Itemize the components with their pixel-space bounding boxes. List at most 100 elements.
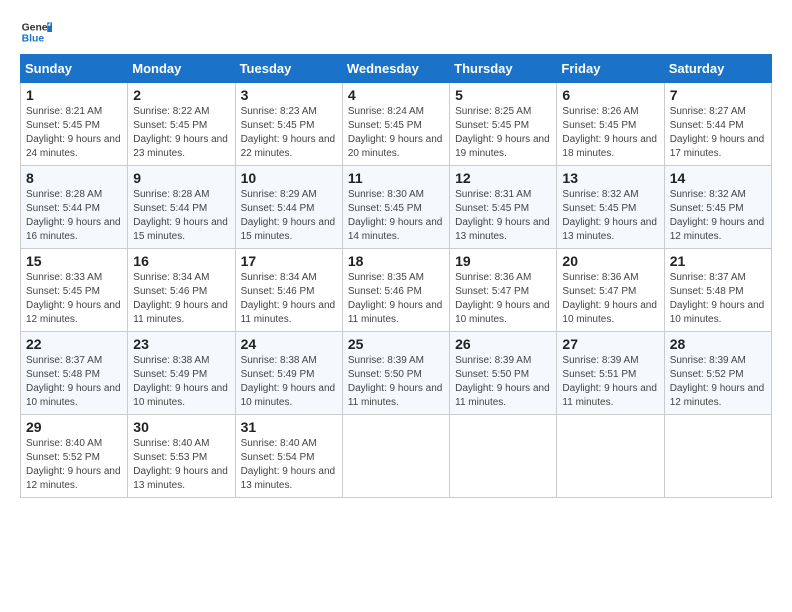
cell-info: Sunrise: 8:25 AMSunset: 5:45 PMDaylight:… (455, 105, 551, 161)
calendar-cell-21: 21 Sunrise: 8:37 AMSunset: 5:48 PMDayligh… (664, 249, 771, 332)
cell-info: Sunrise: 8:39 AMSunset: 5:52 PMDaylight:… (670, 354, 766, 410)
calendar-cell-25: 25 Sunrise: 8:39 AMSunset: 5:50 PMDayligh… (342, 332, 449, 415)
logo-icon: General Blue (20, 16, 52, 48)
cell-day-number: 9 (133, 170, 229, 186)
cell-day-number: 15 (26, 253, 122, 269)
cell-info: Sunrise: 8:40 AMSunset: 5:53 PMDaylight:… (133, 437, 229, 493)
cell-info: Sunrise: 8:40 AMSunset: 5:52 PMDaylight:… (26, 437, 122, 493)
calendar-cell-13: 13Sunrise: 8:32 AMSunset: 5:45 PMDayligh… (557, 166, 664, 249)
calendar-table: SundayMondayTuesdayWednesdayThursdayFrid… (20, 54, 772, 498)
cell-day-number: 30 (133, 419, 229, 435)
calendar-cell-29: 29 Sunrise: 8:40 AMSunset: 5:52 PMDayligh… (21, 415, 128, 498)
calendar-header-monday: Monday (128, 55, 235, 83)
cell-day-number: 2 (133, 87, 229, 103)
cell-info: Sunrise: 8:28 AMSunset: 5:44 PMDaylight:… (26, 188, 122, 244)
calendar-cell-19: 19 Sunrise: 8:36 AMSunset: 5:47 PMDayligh… (450, 249, 557, 332)
calendar-cell-3: 3 Sunrise: 8:23 AMSunset: 5:45 PMDaylight… (235, 83, 342, 166)
calendar-header-tuesday: Tuesday (235, 55, 342, 83)
calendar-cell-27: 27Sunrise: 8:39 AMSunset: 5:51 PMDayligh… (557, 332, 664, 415)
calendar-cell-4: 4 Sunrise: 8:24 AMSunset: 5:45 PMDaylight… (342, 83, 449, 166)
cell-day-number: 14 (670, 170, 766, 186)
cell-info: Sunrise: 8:21 AMSunset: 5:45 PMDaylight:… (26, 105, 122, 161)
cell-info: Sunrise: 8:22 AMSunset: 5:45 PMDaylight:… (133, 105, 229, 161)
cell-info: Sunrise: 8:38 AMSunset: 5:49 PMDaylight:… (241, 354, 337, 410)
calendar-week-row: 15 Sunrise: 8:33 AMSunset: 5:45 PMDayligh… (21, 249, 772, 332)
cell-info: Sunrise: 8:35 AMSunset: 5:46 PMDaylight:… (348, 271, 444, 327)
cell-info: Sunrise: 8:33 AMSunset: 5:45 PMDaylight:… (26, 271, 122, 327)
cell-info: Sunrise: 8:39 AMSunset: 5:50 PMDaylight:… (455, 354, 551, 410)
cell-day-number: 3 (241, 87, 337, 103)
calendar-cell-8: 8Sunrise: 8:28 AMSunset: 5:44 PMDaylight… (21, 166, 128, 249)
calendar-cell-12: 12 Sunrise: 8:31 AMSunset: 5:45 PMDayligh… (450, 166, 557, 249)
calendar-cell-22: 22 Sunrise: 8:37 AMSunset: 5:48 PMDayligh… (21, 332, 128, 415)
calendar-cell-20: 20 Sunrise: 8:36 AMSunset: 5:47 PMDayligh… (557, 249, 664, 332)
cell-day-number: 26 (455, 336, 551, 352)
cell-info: Sunrise: 8:27 AMSunset: 5:44 PMDaylight:… (670, 105, 766, 161)
page-header: General Blue (20, 16, 772, 48)
cell-day-number: 22 (26, 336, 122, 352)
cell-day-number: 17 (241, 253, 337, 269)
calendar-cell-6: 6 Sunrise: 8:26 AMSunset: 5:45 PMDaylight… (557, 83, 664, 166)
cell-info: Sunrise: 8:36 AMSunset: 5:47 PMDaylight:… (562, 271, 658, 327)
calendar-cell-1: 1 Sunrise: 8:21 AMSunset: 5:45 PMDaylight… (21, 83, 128, 166)
empty-cell (557, 415, 664, 498)
cell-info: Sunrise: 8:40 AMSunset: 5:54 PMDaylight:… (241, 437, 337, 493)
cell-day-number: 24 (241, 336, 337, 352)
calendar-cell-16: 16Sunrise: 8:34 AMSunset: 5:46 PMDayligh… (128, 249, 235, 332)
calendar-cell-11: 11 Sunrise: 8:30 AMSunset: 5:45 PMDayligh… (342, 166, 449, 249)
calendar-cell-17: 17Sunrise: 8:34 AMSunset: 5:46 PMDayligh… (235, 249, 342, 332)
calendar-week-row: 8Sunrise: 8:28 AMSunset: 5:44 PMDaylight… (21, 166, 772, 249)
cell-day-number: 29 (26, 419, 122, 435)
cell-day-number: 12 (455, 170, 551, 186)
cell-info: Sunrise: 8:31 AMSunset: 5:45 PMDaylight:… (455, 188, 551, 244)
cell-day-number: 25 (348, 336, 444, 352)
cell-day-number: 10 (241, 170, 337, 186)
cell-info: Sunrise: 8:30 AMSunset: 5:45 PMDaylight:… (348, 188, 444, 244)
cell-info: Sunrise: 8:29 AMSunset: 5:44 PMDaylight:… (241, 188, 337, 244)
cell-day-number: 6 (562, 87, 658, 103)
calendar-cell-9: 9Sunrise: 8:28 AMSunset: 5:44 PMDaylight… (128, 166, 235, 249)
calendar-week-row: 22 Sunrise: 8:37 AMSunset: 5:48 PMDayligh… (21, 332, 772, 415)
cell-info: Sunrise: 8:32 AMSunset: 5:45 PMDaylight:… (670, 188, 766, 244)
cell-info: Sunrise: 8:34 AMSunset: 5:46 PMDaylight:… (133, 271, 229, 327)
cell-info: Sunrise: 8:24 AMSunset: 5:45 PMDaylight:… (348, 105, 444, 161)
calendar-header-row: SundayMondayTuesdayWednesdayThursdayFrid… (21, 55, 772, 83)
cell-day-number: 19 (455, 253, 551, 269)
calendar-cell-24: 24 Sunrise: 8:38 AMSunset: 5:49 PMDayligh… (235, 332, 342, 415)
calendar-cell-15: 15 Sunrise: 8:33 AMSunset: 5:45 PMDayligh… (21, 249, 128, 332)
cell-info: Sunrise: 8:39 AMSunset: 5:50 PMDaylight:… (348, 354, 444, 410)
calendar-header-friday: Friday (557, 55, 664, 83)
calendar-week-row: 29 Sunrise: 8:40 AMSunset: 5:52 PMDayligh… (21, 415, 772, 498)
calendar-cell-28: 28 Sunrise: 8:39 AMSunset: 5:52 PMDayligh… (664, 332, 771, 415)
calendar-cell-14: 14 Sunrise: 8:32 AMSunset: 5:45 PMDayligh… (664, 166, 771, 249)
cell-day-number: 28 (670, 336, 766, 352)
cell-day-number: 11 (348, 170, 444, 186)
cell-day-number: 31 (241, 419, 337, 435)
logo: General Blue (20, 16, 52, 48)
cell-day-number: 7 (670, 87, 766, 103)
svg-text:Blue: Blue (22, 34, 45, 45)
cell-day-number: 5 (455, 87, 551, 103)
cell-day-number: 21 (670, 253, 766, 269)
cell-info: Sunrise: 8:37 AMSunset: 5:48 PMDaylight:… (670, 271, 766, 327)
calendar-header-sunday: Sunday (21, 55, 128, 83)
cell-day-number: 27 (562, 336, 658, 352)
cell-info: Sunrise: 8:26 AMSunset: 5:45 PMDaylight:… (562, 105, 658, 161)
calendar-cell-7: 7 Sunrise: 8:27 AMSunset: 5:44 PMDaylight… (664, 83, 771, 166)
calendar-week-row: 1 Sunrise: 8:21 AMSunset: 5:45 PMDaylight… (21, 83, 772, 166)
cell-day-number: 18 (348, 253, 444, 269)
calendar-cell-23: 23 Sunrise: 8:38 AMSunset: 5:49 PMDayligh… (128, 332, 235, 415)
calendar-cell-30: 30 Sunrise: 8:40 AMSunset: 5:53 PMDayligh… (128, 415, 235, 498)
cell-day-number: 20 (562, 253, 658, 269)
cell-day-number: 23 (133, 336, 229, 352)
cell-info: Sunrise: 8:38 AMSunset: 5:49 PMDaylight:… (133, 354, 229, 410)
cell-day-number: 4 (348, 87, 444, 103)
calendar-cell-18: 18 Sunrise: 8:35 AMSunset: 5:46 PMDayligh… (342, 249, 449, 332)
calendar-header-saturday: Saturday (664, 55, 771, 83)
cell-info: Sunrise: 8:23 AMSunset: 5:45 PMDaylight:… (241, 105, 337, 161)
calendar-cell-10: 10 Sunrise: 8:29 AMSunset: 5:44 PMDayligh… (235, 166, 342, 249)
cell-day-number: 1 (26, 87, 122, 103)
cell-info: Sunrise: 8:36 AMSunset: 5:47 PMDaylight:… (455, 271, 551, 327)
cell-day-number: 13 (562, 170, 658, 186)
cell-info: Sunrise: 8:37 AMSunset: 5:48 PMDaylight:… (26, 354, 122, 410)
